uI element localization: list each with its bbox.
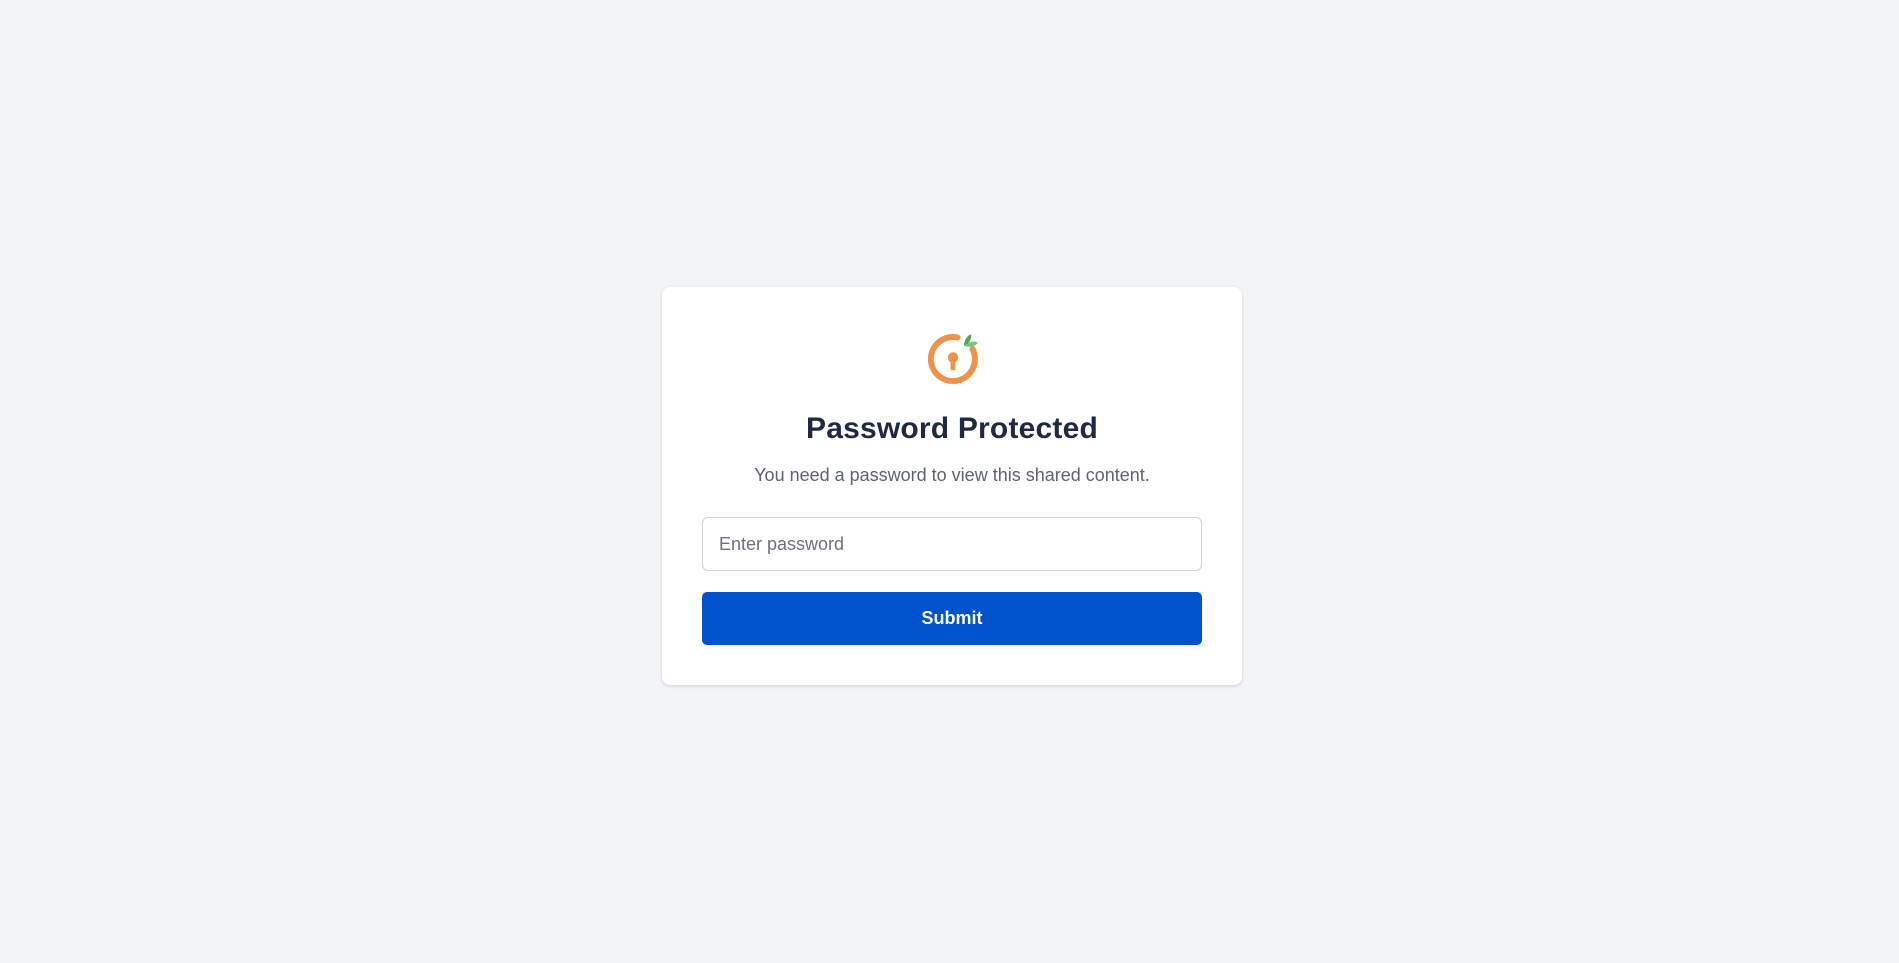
orange-keyhole-icon xyxy=(921,327,985,391)
page-subtitle: You need a password to view this shared … xyxy=(754,465,1150,485)
password-card: Password Protected You need a password t… xyxy=(662,287,1242,685)
submit-button[interactable]: Submit xyxy=(702,592,1202,645)
password-input[interactable] xyxy=(702,517,1202,571)
page-title: Password Protected xyxy=(805,412,1099,445)
